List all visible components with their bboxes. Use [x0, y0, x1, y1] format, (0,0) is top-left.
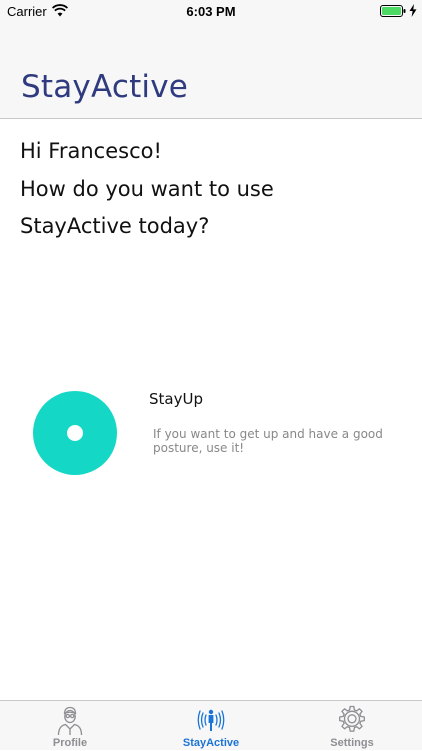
charging-bolt-icon [409, 4, 417, 17]
status-time: 6:03 PM [186, 4, 236, 19]
option-description: If you want to get up and have a good po… [153, 427, 383, 455]
tab-stayactive[interactable]: StayActive [141, 701, 281, 751]
tab-profile-label: Profile [52, 737, 88, 749]
option-title: StayUp [149, 390, 203, 408]
tab-stayactive-label: StayActive [182, 737, 240, 749]
greeting-text: Hi Francesco! How do you want to use Sta… [20, 133, 274, 246]
tab-settings-label: Settings [330, 737, 374, 749]
greeting-line-3: StayActive today? [20, 214, 210, 238]
status-bar: Carrier 6:03 PM [0, 0, 422, 22]
profile-icon [57, 706, 83, 736]
navigation-bar: StayActive [0, 22, 422, 119]
tab-settings[interactable]: Settings [282, 701, 422, 751]
tab-bar: Profile StayActive Settings [0, 700, 422, 750]
stayactive-icon [197, 709, 225, 731]
stayup-circle-icon[interactable] [33, 391, 117, 475]
tab-profile[interactable]: Profile [0, 701, 140, 751]
settings-gear-icon [339, 705, 365, 732]
stayup-circle-dot [67, 425, 83, 441]
greeting-line-1: Hi Francesco! [20, 139, 162, 163]
greeting-line-2: How do you want to use [20, 176, 274, 201]
battery-icon [380, 5, 406, 17]
option-stayup[interactable]: StayUp If you want to get up and have a … [0, 385, 422, 485]
page-title: StayActive [21, 69, 189, 105]
